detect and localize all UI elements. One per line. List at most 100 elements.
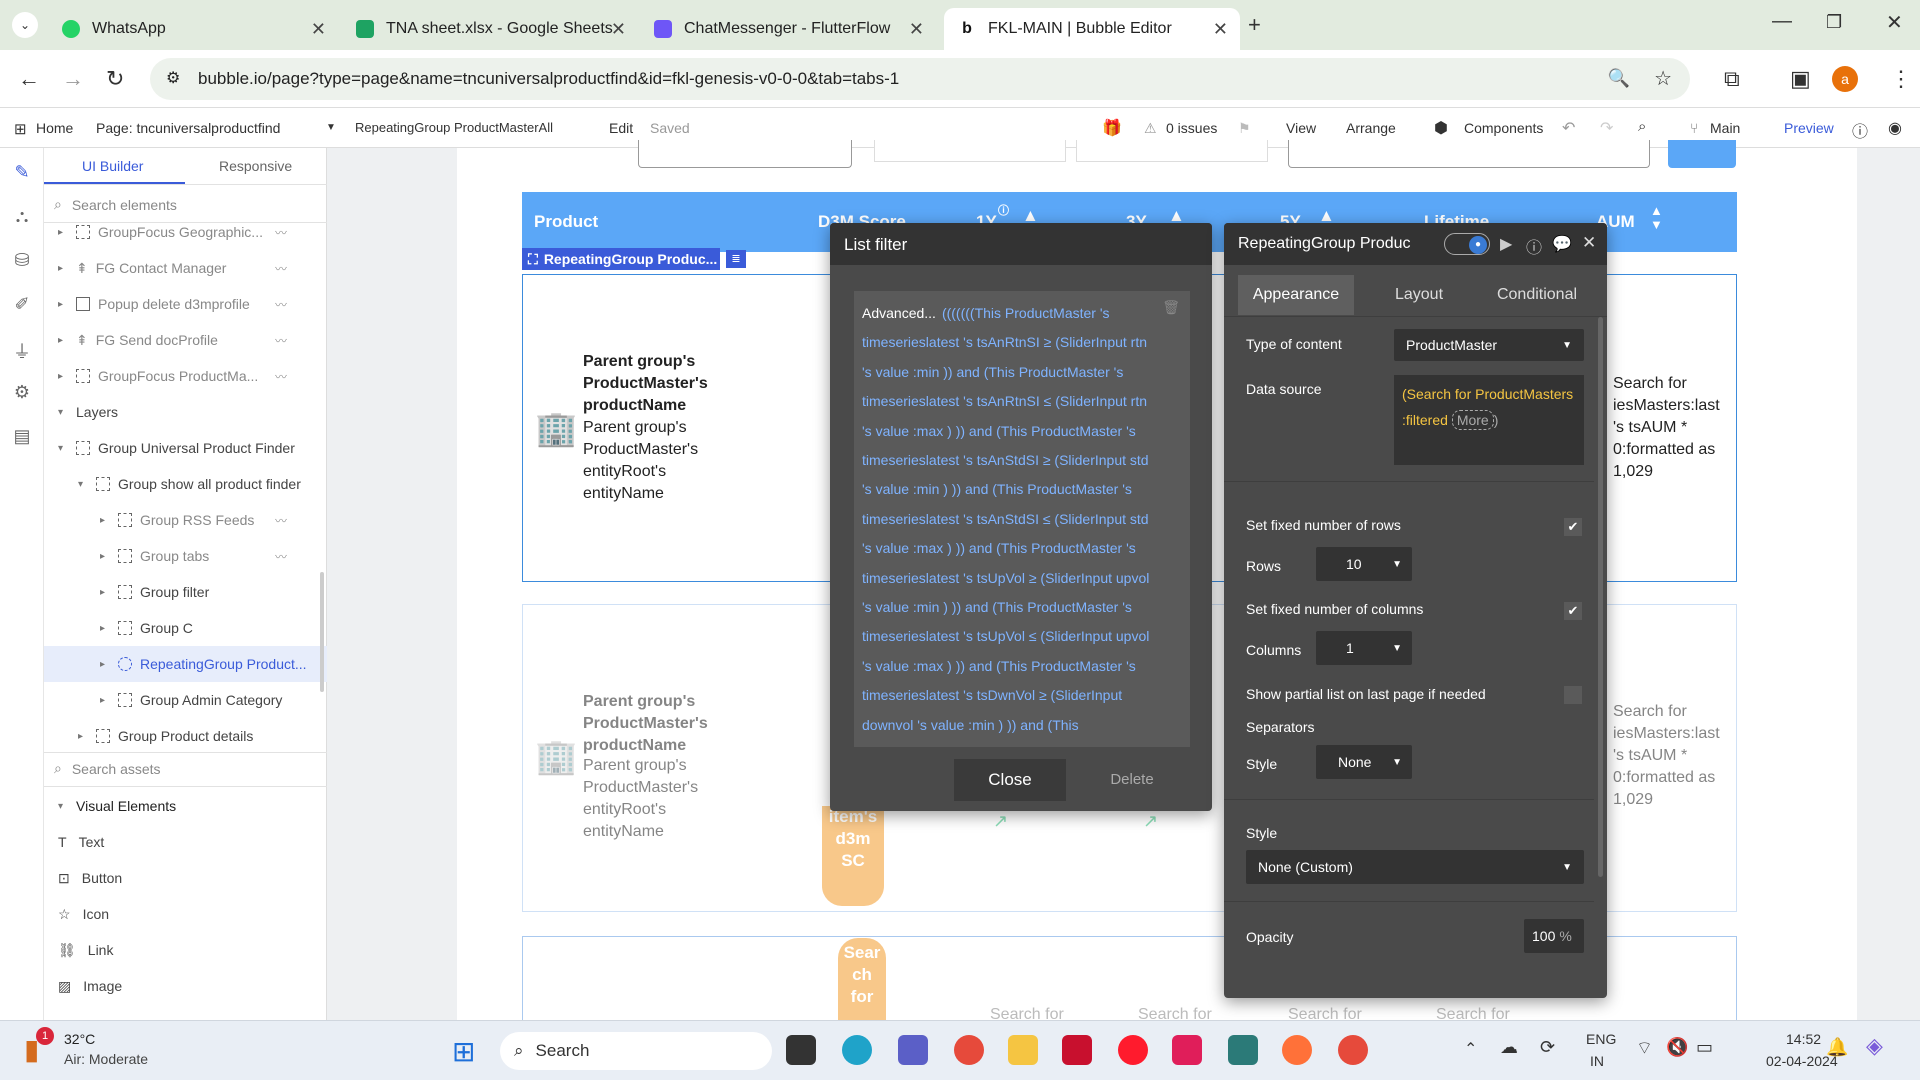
tree-item[interactable]: ▾ Group Universal Product Finder [44, 430, 327, 466]
maximize-icon[interactable]: ❐ [1826, 12, 1842, 33]
caret-right-icon[interactable]: ▸ [58, 263, 68, 274]
tree-item[interactable]: ▸ GroupFocus ProductMa... 〰 [44, 358, 327, 394]
rows-dropdown[interactable]: 10 ▼ [1316, 547, 1412, 581]
tree-item[interactable]: ▸ Group tabs 〰 [44, 538, 327, 574]
back-icon[interactable]: ← [18, 66, 40, 92]
tree-item[interactable]: ▸ GroupFocus Geographic... 〰 [44, 214, 327, 250]
tab-google-sheets[interactable]: TNA sheet.xlsx - Google Sheets ✕ [342, 8, 638, 50]
sort-both-icon[interactable]: ▲ ▼ [1650, 204, 1663, 232]
sync-icon[interactable]: ⟳ [1540, 1037, 1555, 1058]
volume-icon[interactable]: 🔇 [1666, 1037, 1688, 1058]
opera-icon[interactable] [1118, 1035, 1148, 1065]
caret-right-icon[interactable]: ▸ [100, 695, 110, 706]
close-window-icon[interactable]: ✕ [1886, 10, 1903, 35]
tree-item[interactable]: ▸ ⇞ FG Contact Manager 〰 [44, 250, 327, 286]
chrome-icon[interactable] [954, 1035, 984, 1065]
hidden-eye-icon[interactable]: 〰 [275, 332, 287, 349]
minimize-icon[interactable]: — [1772, 10, 1792, 33]
notification-bell-icon[interactable]: 🔔 [1826, 1037, 1848, 1058]
visual-element-image[interactable]: ▨ Image [58, 968, 122, 1004]
home-icon[interactable]: ⊞ [14, 120, 27, 138]
wifi-icon[interactable]: ⌔ [1636, 1037, 1653, 1060]
data-icon[interactable]: ⛁ [12, 250, 32, 270]
caret-down-icon[interactable]: ▾ [58, 443, 68, 454]
search-button[interactable] [1668, 140, 1736, 168]
caret-right-icon[interactable]: ▸ [100, 623, 110, 634]
more-button[interactable]: More [1451, 410, 1494, 430]
firefox-icon[interactable] [1282, 1035, 1312, 1065]
cloud-icon[interactable]: ☁ [1500, 1037, 1518, 1058]
caret-right-icon[interactable]: ▸ [100, 659, 110, 670]
account-icon[interactable]: ◉ [1888, 118, 1902, 138]
taskbar-search[interactable]: ⌕ Search [500, 1032, 772, 1070]
tree-item[interactable]: ▸ Group Product details [44, 718, 327, 754]
style-dropdown[interactable]: None (Custom) ▼ [1246, 850, 1584, 884]
hidden-eye-icon[interactable]: 〰 [275, 548, 287, 565]
search-icon[interactable]: ⌕ [1638, 118, 1646, 135]
debug-icon[interactable]: ⚑ [1238, 120, 1251, 137]
search-assets-input[interactable]: ⌕ Search assets [54, 760, 161, 777]
tree-item[interactable]: ▸ Group Admin Category [44, 682, 327, 718]
tab-flutterflow[interactable]: ChatMessenger - FlutterFlow ✕ [640, 8, 936, 50]
caret-down-icon[interactable]: ▾ [78, 479, 88, 490]
language-top[interactable]: ENG [1586, 1031, 1616, 1047]
mcafee-icon[interactable] [1062, 1035, 1092, 1065]
sidebar-scrollbar[interactable] [320, 572, 324, 692]
caret-right-icon[interactable]: ▸ [78, 731, 88, 742]
partial-list-checkbox[interactable] [1564, 686, 1582, 704]
caret-right-icon[interactable]: ▸ [100, 551, 110, 562]
settings-icon[interactable]: ⚙ [12, 382, 32, 402]
tree-item[interactable]: ▸ Popup delete d3mprofile 〰 [44, 286, 327, 322]
app-icon[interactable] [1228, 1035, 1258, 1065]
bookmark-icon[interactable]: ☆ [1654, 66, 1672, 91]
comment-icon[interactable]: 💬 [1552, 234, 1572, 254]
task-view-icon[interactable] [786, 1035, 816, 1065]
workflow-icon[interactable]: ⛬ [12, 206, 32, 226]
plugins-icon[interactable]: ⏚ [12, 338, 32, 362]
styles-icon[interactable]: ✐ [12, 294, 32, 314]
components-button[interactable]: Components [1464, 120, 1543, 136]
caret-right-icon[interactable]: ▸ [58, 371, 68, 382]
advanced-label[interactable]: Advanced... [862, 305, 936, 321]
filter-input[interactable] [1076, 140, 1268, 162]
caret-right-icon[interactable]: ▸ [58, 299, 68, 310]
caret-right-icon[interactable]: ▸ [100, 515, 110, 526]
visual-element-link[interactable]: ⛓ Link [58, 932, 113, 968]
hidden-eye-icon[interactable]: 〰 [275, 224, 287, 241]
edit-menu[interactable]: Edit [609, 120, 633, 136]
hidden-eye-icon[interactable]: 〰 [275, 512, 287, 529]
site-info-icon[interactable]: ⚙ [166, 68, 180, 88]
list-icon[interactable]: ≣ [726, 250, 746, 268]
url-input[interactable]: ⚙ bubble.io/page?type=page&name=tncunive… [150, 58, 1690, 100]
branch-selector[interactable]: Main [1710, 120, 1740, 136]
hidden-eye-icon[interactable]: 〰 [275, 260, 287, 277]
separator-style-dropdown[interactable]: None ▼ [1316, 745, 1412, 779]
caret-right-icon[interactable]: ▸ [58, 227, 68, 238]
teams-icon[interactable] [898, 1035, 928, 1065]
data-source-field[interactable]: (Search for ProductMasters :filtered Mor… [1394, 375, 1584, 465]
tree-item[interactable]: ▸ Group filter [44, 574, 327, 610]
close-tab-icon[interactable]: ✕ [311, 19, 326, 40]
element-selector[interactable]: RepeatingGroup ProductMasterAll [355, 120, 553, 135]
visual-element-icon[interactable]: ☆ Icon [58, 896, 109, 932]
issues-count[interactable]: 0 issues [1166, 120, 1217, 136]
redo-icon[interactable]: ↷ [1600, 118, 1613, 138]
caret-down-icon[interactable]: ▾ [58, 407, 68, 418]
repeating-group-chip[interactable]: ⛶ RepeatingGroup Produc... [522, 248, 720, 270]
tab-appearance[interactable]: Appearance [1238, 275, 1354, 315]
help-icon[interactable]: ⓘ [1852, 118, 1868, 142]
tab-layout[interactable]: Layout [1364, 275, 1474, 315]
new-tab-icon[interactable]: + [1248, 12, 1261, 38]
tab-conditional[interactable]: Conditional [1474, 275, 1600, 315]
tree-item[interactable]: ▸ Group C [44, 610, 327, 646]
visual-elements-header[interactable]: ▾ Visual Elements [44, 788, 327, 824]
arrange-menu[interactable]: Arrange [1346, 120, 1396, 136]
expression-editor[interactable]: Advanced... (((((((This ProductMaster 's … [854, 291, 1190, 747]
windows-start-icon[interactable]: ⊞ [452, 1035, 475, 1068]
filter-input[interactable] [638, 140, 852, 168]
tab-whatsapp[interactable]: WhatsApp ✕ [48, 8, 338, 50]
tab-ui-builder[interactable]: UI Builder [82, 158, 143, 174]
visual-element-button[interactable]: ⊡ Button [58, 860, 122, 896]
search-elements-input[interactable]: ⌕ Search elements [54, 196, 177, 213]
info-icon[interactable]: ⓘ [1526, 234, 1542, 258]
